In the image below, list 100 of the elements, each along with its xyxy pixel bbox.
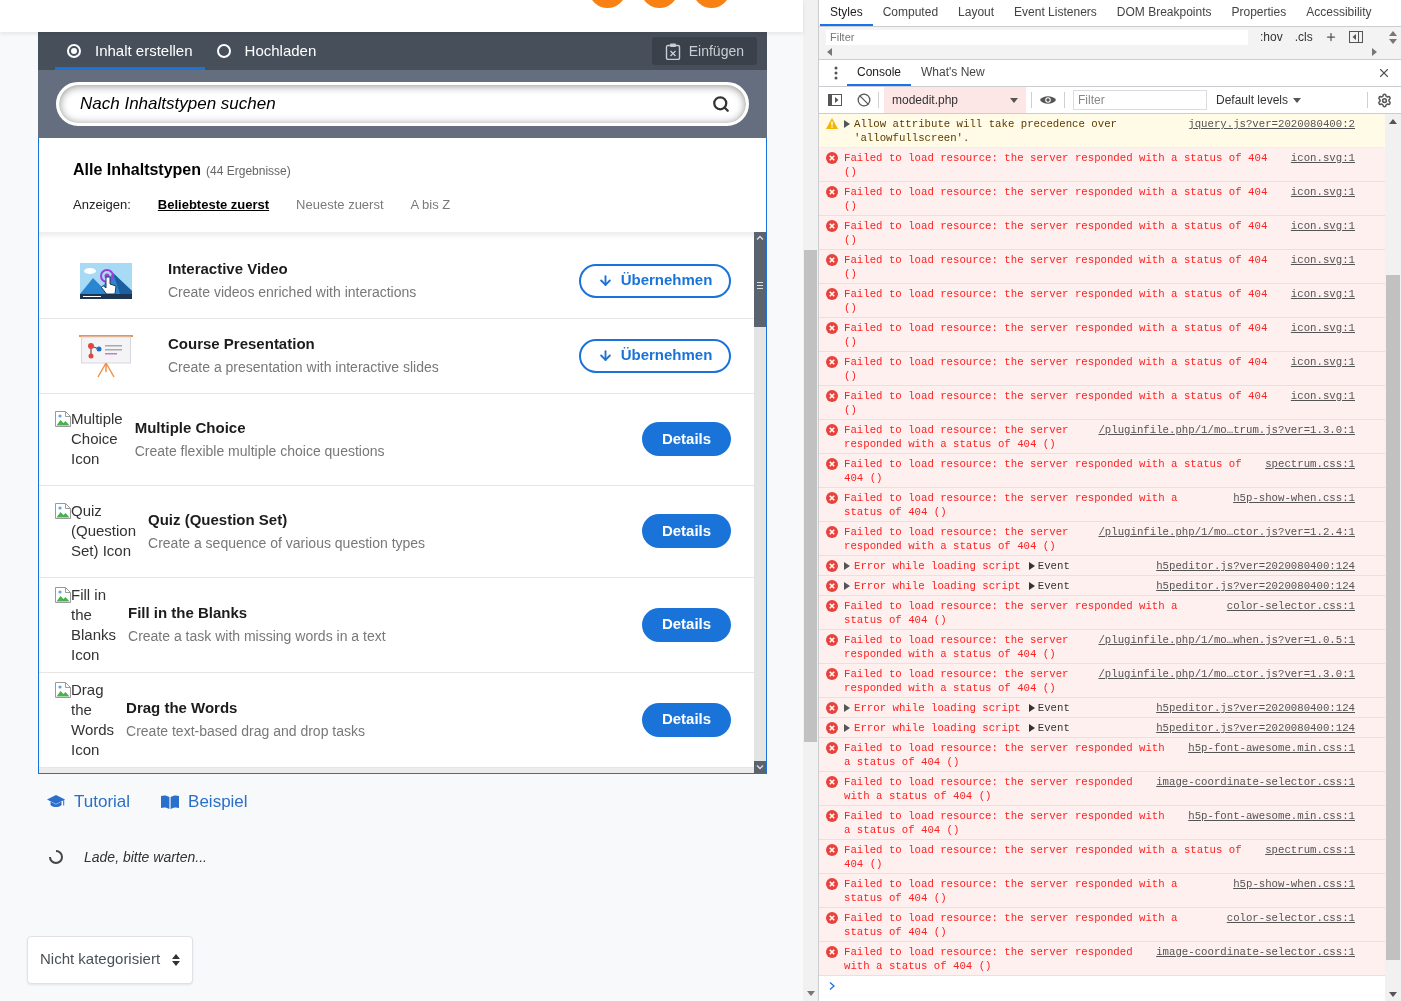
source-link[interactable]: image-coordinate-selector.css:1 bbox=[1156, 945, 1355, 959]
console-message-text: Failed to load resource: the server responded with a status of 404 () bbox=[844, 390, 1268, 416]
error-icon bbox=[826, 424, 838, 436]
scroll-down-icon[interactable] bbox=[754, 760, 766, 773]
console-message-text: Error while loading script bbox=[854, 580, 1021, 592]
source-link[interactable]: icon.svg:1 bbox=[1290, 389, 1355, 403]
content-tab[interactable]: Hochladen bbox=[204, 32, 329, 70]
search-icon[interactable] bbox=[712, 95, 730, 113]
source-link[interactable]: icon.svg:1 bbox=[1290, 321, 1355, 335]
sidebar-toggle-icon[interactable] bbox=[828, 94, 842, 106]
results-title: Alle Inhaltstypen bbox=[73, 160, 202, 180]
source-link[interactable]: icon.svg:1 bbox=[1290, 219, 1355, 233]
style-toggle-button[interactable]: .cls bbox=[1294, 30, 1313, 44]
expand-triangle-icon[interactable] bbox=[844, 120, 850, 128]
sort-option[interactable]: A bis Z bbox=[410, 195, 451, 215]
details-button[interactable]: Details bbox=[642, 422, 731, 456]
clear-console-icon[interactable] bbox=[857, 93, 871, 107]
help-link[interactable]: Beispiel bbox=[161, 789, 248, 814]
close-icon[interactable] bbox=[1377, 66, 1391, 80]
source-link[interactable]: /pluginfile.php/1/mo…ctor.js?ver=1.3.0:1 bbox=[1098, 667, 1355, 681]
details-button[interactable]: Details bbox=[642, 514, 731, 548]
scrollbar-thumb[interactable] bbox=[1386, 275, 1400, 960]
category-select[interactable]: Nicht kategorisiert bbox=[27, 935, 194, 984]
expand-triangle-icon[interactable] bbox=[844, 704, 850, 712]
log-levels-select[interactable]: Default levels bbox=[1216, 91, 1302, 109]
source-link[interactable]: icon.svg:1 bbox=[1290, 185, 1355, 199]
source-link[interactable]: /pluginfile.php/1/mo…trum.js?ver=1.3.0:1 bbox=[1098, 423, 1355, 437]
scroll-up-icon[interactable] bbox=[1389, 118, 1397, 124]
expand-triangle-icon[interactable] bbox=[844, 562, 850, 570]
error-icon bbox=[826, 254, 838, 266]
error-icon bbox=[826, 356, 838, 368]
content-type-title: Interactive Video bbox=[168, 259, 289, 279]
context-select[interactable]: modedit.php bbox=[884, 87, 1026, 113]
panel-tab[interactable]: Event Listeners bbox=[1004, 0, 1107, 26]
source-link[interactable]: /pluginfile.php/1/mo…ctor.js?ver=1.2.4:1 bbox=[1098, 525, 1355, 539]
scroll-down-icon[interactable] bbox=[1389, 991, 1397, 997]
source-link[interactable]: spectrum.css:1 bbox=[1265, 457, 1355, 471]
panel-toggle-icon[interactable] bbox=[1348, 31, 1363, 43]
expand-triangle-icon[interactable] bbox=[844, 724, 850, 732]
plus-icon[interactable] bbox=[1324, 31, 1337, 43]
source-link[interactable]: icon.svg:1 bbox=[1290, 355, 1355, 369]
panel-tab[interactable]: DOM Breakpoints bbox=[1106, 0, 1222, 26]
source-link[interactable]: icon.svg:1 bbox=[1290, 287, 1355, 301]
paste-button[interactable]: Einfügen bbox=[651, 37, 757, 65]
error-icon bbox=[826, 220, 838, 232]
expand-triangle-icon[interactable] bbox=[1028, 704, 1035, 713]
source-link[interactable]: h5peditor.js?ver=2020080400:124 bbox=[1156, 701, 1355, 715]
use-button[interactable]: Übernehmen bbox=[579, 263, 731, 298]
scroll-right-icon[interactable] bbox=[1372, 48, 1377, 56]
source-link[interactable]: spectrum.css:1 bbox=[1265, 843, 1355, 857]
panel-tab[interactable]: Properties bbox=[1221, 0, 1297, 26]
details-button[interactable]: Details bbox=[642, 702, 731, 737]
expand-triangle-icon[interactable] bbox=[1028, 724, 1035, 733]
console-message-text: Failed to load resource: the server responded with a status of 404 () bbox=[844, 600, 1178, 626]
source-link[interactable]: h5peditor.js?ver=2020080400:124 bbox=[1156, 721, 1355, 735]
console-filter-field[interactable]: Filter bbox=[1073, 90, 1207, 110]
panel-tab[interactable]: Accessibility bbox=[1296, 0, 1382, 26]
expand-triangle-icon[interactable] bbox=[1028, 562, 1035, 571]
loading-text: Lade, bitte warten... bbox=[84, 847, 207, 867]
source-link[interactable]: h5peditor.js?ver=2020080400:124 bbox=[1156, 579, 1355, 593]
source-link[interactable]: image-coordinate-selector.css:1 bbox=[1156, 775, 1355, 789]
error-icon bbox=[826, 722, 838, 734]
panel-tab[interactable]: Layout bbox=[948, 0, 1005, 26]
presentation-easel-icon bbox=[77, 333, 134, 378]
scroll-left-icon[interactable] bbox=[827, 48, 832, 56]
details-button[interactable]: Details bbox=[642, 607, 731, 642]
sort-option[interactable]: Beliebteste zuerst bbox=[157, 195, 270, 215]
source-link[interactable]: color-selector.css:1 bbox=[1226, 599, 1355, 613]
more-icon[interactable] bbox=[834, 66, 838, 80]
drawer-tab[interactable]: What's New bbox=[911, 60, 995, 86]
scrollbar-thumb[interactable] bbox=[804, 250, 817, 742]
expand-triangle-icon[interactable] bbox=[1028, 582, 1035, 591]
scroll-up-icon[interactable] bbox=[1389, 31, 1397, 36]
scrollbar-thumb[interactable] bbox=[754, 243, 766, 327]
sort-option[interactable]: Neueste zuerst bbox=[296, 195, 384, 215]
source-link[interactable]: color-selector.css:1 bbox=[1226, 911, 1355, 925]
error-icon bbox=[826, 776, 838, 788]
scroll-down-icon[interactable] bbox=[1389, 39, 1397, 44]
source-link[interactable]: jquery.js?ver=2020080400:2 bbox=[1188, 117, 1355, 131]
source-link[interactable]: h5p-show-when.css:1 bbox=[1233, 491, 1355, 505]
help-link[interactable]: Tutorial bbox=[47, 789, 131, 814]
source-link[interactable]: h5peditor.js?ver=2020080400:124 bbox=[1156, 559, 1355, 573]
styles-filter-field[interactable]: Filter bbox=[826, 29, 1248, 45]
use-button[interactable]: Übernehmen bbox=[579, 338, 731, 373]
scroll-down-icon[interactable] bbox=[806, 991, 815, 996]
source-link[interactable]: /pluginfile.php/1/mo…when.js?ver=1.0.5:1 bbox=[1098, 633, 1355, 647]
source-link[interactable]: icon.svg:1 bbox=[1290, 253, 1355, 267]
eye-icon[interactable] bbox=[1040, 95, 1056, 105]
source-link[interactable]: h5p-font-awesome.min.css:1 bbox=[1188, 741, 1355, 755]
content-type-description: Create text-based drag and drop tasks bbox=[126, 722, 365, 741]
error-icon bbox=[826, 946, 838, 958]
source-link[interactable]: h5p-font-awesome.min.css:1 bbox=[1188, 809, 1355, 823]
search-field[interactable]: Nach Inhaltstypen suchen bbox=[56, 82, 749, 126]
event-label: Event bbox=[1037, 560, 1070, 572]
source-link[interactable]: icon.svg:1 bbox=[1290, 151, 1355, 165]
style-toggle-button[interactable]: :hov bbox=[1260, 30, 1283, 44]
source-link[interactable]: h5p-show-when.css:1 bbox=[1233, 877, 1355, 891]
expand-triangle-icon[interactable] bbox=[844, 582, 850, 590]
panel-tab[interactable]: Computed bbox=[872, 0, 949, 26]
settings-icon[interactable] bbox=[1377, 92, 1392, 108]
